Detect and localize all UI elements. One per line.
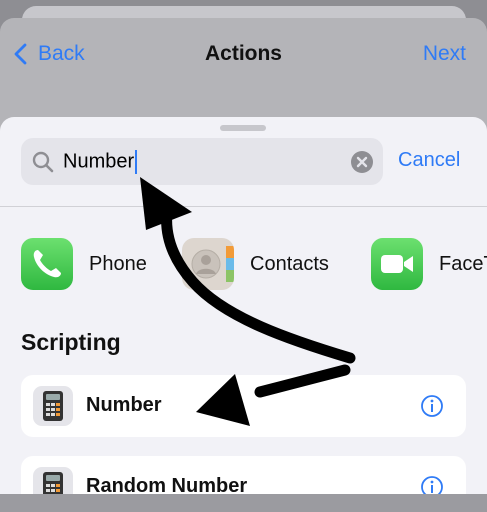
app-item-phone[interactable]: Phone (21, 237, 147, 291)
info-icon[interactable] (420, 394, 444, 418)
search-field[interactable]: Number (21, 138, 383, 185)
cancel-button[interactable]: Cancel (398, 149, 460, 172)
search-input[interactable]: Number (63, 150, 138, 174)
list-item-label: Number (86, 394, 162, 416)
facetime-icon (371, 238, 423, 290)
app-label: FaceTime (439, 252, 487, 275)
search-icon (32, 151, 54, 173)
clear-icon (356, 156, 368, 168)
navigation-bar: Back Actions Next (0, 18, 487, 92)
calculator-icon (33, 386, 73, 426)
app-suggestions: Phone Contacts FaceTime (0, 237, 487, 291)
page-title: Actions (204, 42, 282, 65)
text-cursor (135, 150, 138, 174)
sheet-grabber[interactable] (220, 125, 266, 131)
search-value: Number (63, 150, 135, 173)
action-picker-sheet: Number Cancel Phone Contacts FaceTime Sc… (0, 117, 487, 512)
bottom-overlay (0, 494, 487, 512)
app-item-facetime[interactable]: FaceTime (371, 237, 487, 291)
contacts-icon (182, 238, 234, 290)
app-label: Phone (89, 252, 147, 275)
app-label: Contacts (250, 252, 329, 275)
section-title: Scripting (21, 329, 121, 355)
clear-search-button[interactable] (351, 151, 373, 173)
divider (0, 206, 487, 207)
list-item-number[interactable]: Number (21, 375, 466, 437)
app-item-contacts[interactable]: Contacts (182, 237, 329, 291)
phone-icon (21, 238, 73, 290)
next-button[interactable]: Next (423, 42, 466, 66)
